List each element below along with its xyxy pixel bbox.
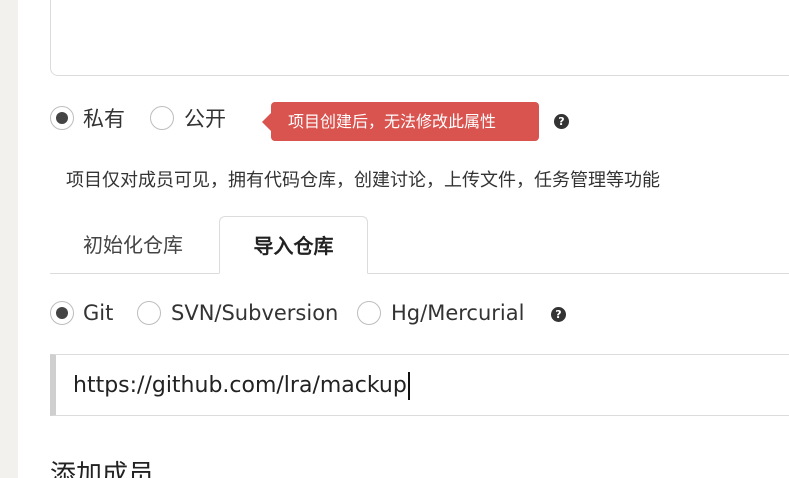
members-heading: 添加成员 (50, 460, 155, 478)
private-radio[interactable] (50, 106, 74, 130)
sidebar-strip (0, 0, 18, 478)
private-radio-label[interactable]: 私有 (83, 107, 125, 131)
tabs-divider (50, 273, 789, 274)
import-url-value[interactable]: https://github.com/lra/mackup (73, 371, 410, 401)
visibility-tooltip: 项目创建后，无法修改此属性 (262, 102, 539, 141)
create-project-form: 私有 公开 项目创建后，无法修改此属性 ? 项目仅对成员可见，拥有代码仓库，创建… (0, 0, 789, 478)
text-caret (407, 372, 410, 400)
import-url-input[interactable]: https://github.com/lra/mackup (50, 354, 789, 416)
git-radio[interactable] (50, 301, 74, 325)
question-circle-icon[interactable]: ? (551, 307, 566, 322)
svn-radio-label[interactable]: SVN/Subversion (171, 301, 338, 325)
hg-radio[interactable] (357, 301, 381, 325)
question-circle-icon[interactable]: ? (554, 114, 569, 129)
svn-radio[interactable] (137, 301, 161, 325)
public-radio-label[interactable]: 公开 (184, 107, 226, 131)
git-radio-label[interactable]: Git (83, 301, 113, 325)
description-textarea[interactable] (50, 0, 789, 76)
visibility-hint: 项目仅对成员可见，拥有代码仓库，创建讨论，上传文件，任务管理等功能 (66, 170, 660, 191)
public-radio[interactable] (150, 106, 174, 130)
tab-import-repo[interactable]: 导入仓库 (219, 216, 368, 274)
hg-radio-label[interactable]: Hg/Mercurial (391, 301, 524, 325)
tab-init-repo[interactable]: 初始化仓库 (83, 216, 183, 274)
